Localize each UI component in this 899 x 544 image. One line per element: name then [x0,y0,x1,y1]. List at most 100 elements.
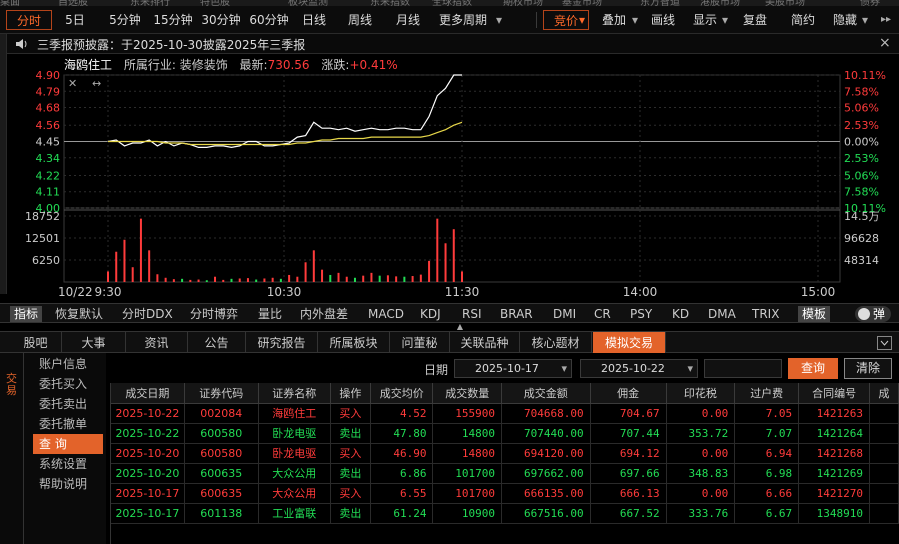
tab-5min[interactable]: 5分钟 [104,10,146,30]
column-header[interactable]: 成交数量 [432,383,503,404]
table-cell: 1421269 [798,463,871,484]
tab-simulated-trading[interactable]: 模拟交易 [593,332,666,354]
start-date-field[interactable]: 2025-10-17 ▾ [454,359,572,378]
column-header[interactable]: 成交日期 [111,383,185,404]
tab-60min[interactable]: 60分钟 [246,10,292,30]
volume-bar [255,279,258,282]
menu-query[interactable]: 查 询 [33,434,103,454]
column-header[interactable]: 佣金 [590,383,667,404]
code-input[interactable] [704,359,782,378]
table-row[interactable]: 2025-10-17 601138 工业富联 卖出 61.24 10900 667516.0… [111,503,899,524]
tab-guba[interactable]: 股吧 [10,332,62,354]
tab-ask-secretary[interactable]: 问董秘 [390,332,450,354]
tab-monthly[interactable]: 月线 [390,10,426,30]
simple-mode-button[interactable]: 简约 [788,10,818,30]
table-cell: 353.72 [666,423,736,444]
volume-bar [370,272,373,282]
column-header[interactable]: 证券代码 [184,383,259,404]
table-cell: 1421264 [798,423,871,444]
indicator-volume-ratio[interactable]: 量比 [258,306,282,322]
end-date-field[interactable]: 2025-10-22 ▾ [580,359,698,378]
close-icon[interactable]: × [879,35,891,51]
indicator-dma[interactable]: DMA [708,306,736,322]
table-cell [869,463,899,484]
table-row[interactable]: 2025-10-17 600635 大众公用 买入 6.55 101700 666135.0… [111,483,899,504]
menu-buy-order[interactable]: 委托买入 [33,374,103,394]
indicator-inner-outer[interactable]: 内外盘差 [300,306,348,322]
menu-sell-order[interactable]: 委托卖出 [33,394,103,414]
table-row[interactable]: 2025-10-22 600580 卧龙电驱 卖出 47.80 14800 707440.0… [111,423,899,444]
price-tick-label: 4.45 [36,136,61,149]
indicator-rsi[interactable]: RSI [462,306,482,322]
indicator-trix[interactable]: TRIX [752,306,779,322]
tab-themes[interactable]: 核心题材 [520,332,592,354]
scroll-right-icon[interactable]: ▸▸ [875,10,897,30]
volume-bar [238,278,241,282]
trade-history-table: 成交日期 证券代码 证券名称 操作 成交均价 成交数量 成交金额 佣金 印花税 过户费 合同编号成 … [110,383,899,544]
panel-collapse-icon[interactable] [877,336,892,350]
indicator-cr[interactable]: CR [594,306,611,322]
tab-research[interactable]: 研究报告 [246,332,318,354]
collapse-arrow-icon[interactable]: ▲ [448,323,472,331]
volume-right-tick-label: 96628 [844,232,879,245]
column-header[interactable]: 印花税 [666,383,736,404]
column-header[interactable]: 过户费 [734,383,800,404]
announcement-text[interactable]: 三季报预披露：于2025-10-30披露2025年三季报 [37,36,305,53]
column-header[interactable]: 证券名称 [258,383,331,404]
hide-button[interactable]: 隐藏 [830,10,860,30]
volume-bar [436,218,439,282]
popup-toggle[interactable]: 弹 [855,306,891,322]
menu-settings[interactable]: 系统设置 [33,454,103,474]
table-row[interactable]: 2025-10-22 002084 海鸥住工 买入 4.52 155900 704668.0… [111,403,899,424]
tab-news[interactable]: 资讯 [126,332,188,354]
tab-announcements[interactable]: 公告 [188,332,246,354]
replay-button[interactable]: 复盘 [740,10,770,30]
tab-weekly[interactable]: 周线 [342,10,378,30]
column-header[interactable]: 操作 [330,383,371,404]
indicator-ddx[interactable]: 分时DDX [122,306,173,322]
tab-15min[interactable]: 15分钟 [150,10,196,30]
volume-bar [337,272,340,282]
clear-button[interactable]: 清除 [844,358,892,379]
menu-cancel-order[interactable]: 委托撤单 [33,414,103,434]
indicator-macd[interactable]: MACD [368,306,404,322]
toggle-knob-icon [858,308,870,320]
table-cell: 0.00 [666,403,736,424]
menu-help[interactable]: 帮助说明 [33,474,103,494]
tab-sectors[interactable]: 所属板块 [318,332,390,354]
table-cell: 101700 [432,483,503,504]
tab-30min[interactable]: 30分钟 [198,10,244,30]
query-filters: 日期 2025-10-17 ▾ 2025-10-22 ▾ 查询 清除 [106,353,899,381]
draw-line-button[interactable]: 画线 [648,10,678,30]
tab-related[interactable]: 关联品种 [450,332,520,354]
volume-bar [452,229,455,282]
column-header[interactable]: 成交均价 [370,383,434,404]
indicator-kd[interactable]: KD [672,306,689,322]
indicator-restore-default[interactable]: 恢复默认 [55,306,103,322]
tab-5day[interactable]: 5日 [58,10,92,30]
column-header[interactable]: 成 [869,383,899,404]
tab-events[interactable]: 大事 [62,332,126,354]
tab-daily[interactable]: 日线 [296,10,332,30]
volume-bar [288,274,291,282]
tab-more-periods[interactable]: 更多周期 [434,10,492,30]
menu-account-info[interactable]: 账户信息 [33,354,103,374]
indicator-label[interactable]: 指标 [10,306,43,322]
template-button[interactable]: 模板 [798,306,831,322]
indicator-kdj[interactable]: KDJ [420,306,441,322]
display-button[interactable]: 显示 [690,10,720,30]
table-row[interactable]: 2025-10-20 600635 大众公用 卖出 6.86 101700 697662.0… [111,463,899,484]
table-row[interactable]: 2025-10-20 600580 卧龙电驱 买入 46.90 14800 694120.0… [111,443,899,464]
tab-intraday[interactable]: 分时 [6,10,52,30]
query-button[interactable]: 查询 [788,358,838,379]
display-arrow-icon: ▾ [721,13,729,27]
indicator-game[interactable]: 分时博弈 [190,306,238,322]
column-header[interactable]: 成交金额 [501,383,591,404]
indicator-psy[interactable]: PSY [630,306,652,322]
overlay-button[interactable]: 叠加 [596,10,632,30]
price-tick-label: 4.34 [36,152,61,165]
indicator-dmi[interactable]: DMI [553,306,576,322]
column-header[interactable]: 合同编号 [798,383,871,404]
indicator-brar[interactable]: BRAR [500,306,533,322]
table-cell [869,403,899,424]
